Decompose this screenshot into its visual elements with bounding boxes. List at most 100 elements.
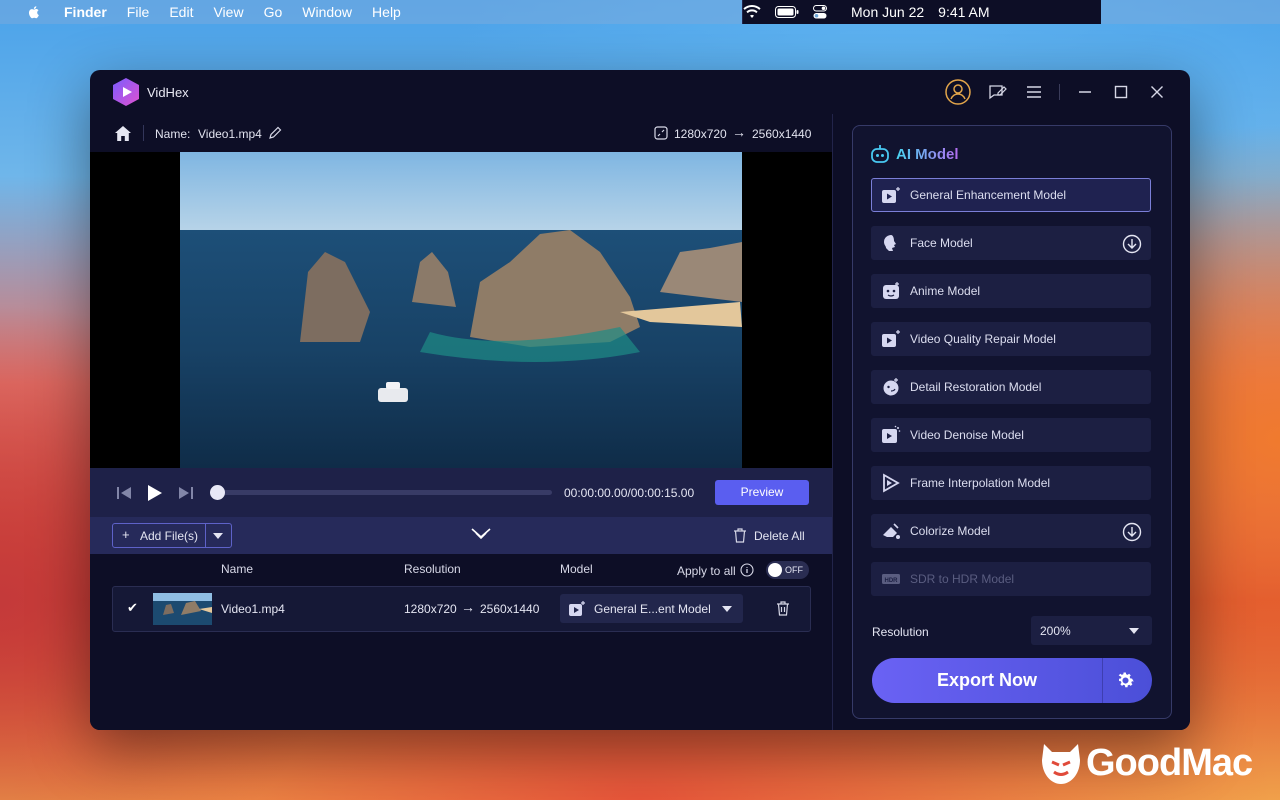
add-files-label: Add File(s) — [140, 529, 199, 543]
download-icon[interactable] — [1122, 234, 1142, 254]
control-center-icon[interactable] — [813, 5, 827, 19]
export-divider — [1102, 658, 1103, 703]
row-res-to: 2560x1440 — [480, 602, 540, 616]
preview-button[interactable]: Preview — [715, 480, 809, 505]
ai-model-sidebar: AI Model General Enhancement Model Face … — [832, 114, 1190, 730]
model-anime[interactable]: Anime Model — [871, 274, 1151, 308]
battery-icon[interactable] — [775, 6, 799, 18]
repair-icon — [880, 328, 902, 350]
skip-back-icon[interactable] — [116, 486, 132, 500]
menu-button[interactable] — [1021, 80, 1047, 104]
progress-handle[interactable] — [210, 485, 225, 500]
skip-forward-icon[interactable] — [178, 486, 194, 500]
account-button[interactable] — [945, 79, 971, 105]
enhance-icon — [569, 601, 585, 616]
enhance-icon — [880, 184, 902, 206]
row-arrow-icon: → — [461, 599, 475, 615]
row-model-select[interactable]: General E...ent Model — [560, 594, 743, 623]
maximize-icon — [1114, 85, 1128, 99]
name-bar: Name: Video1.mp4 1280x720 → 2560x1440 — [90, 114, 832, 152]
model-video-denoise[interactable]: Video Denoise Model — [871, 418, 1151, 452]
menu-edit[interactable]: Edit — [169, 4, 193, 20]
model-frame-interpolation[interactable]: Frame Interpolation Model — [871, 466, 1151, 500]
model-label: Video Denoise Model — [910, 428, 1024, 442]
maximize-button[interactable] — [1108, 80, 1134, 104]
workspace: Name: Video1.mp4 1280x720 → 2560x1440 00… — [90, 114, 832, 730]
model-caret-down-icon — [722, 606, 732, 612]
model-sdr-to-hdr[interactable]: HDR SDR to HDR Model — [871, 562, 1151, 596]
add-files-button[interactable]: + Add File(s) — [112, 523, 232, 548]
table-row[interactable]: ✔ Video1.mp4 1280x720 → 2560x1440 Genera… — [112, 586, 811, 632]
header-res-from: 1280x720 — [674, 127, 727, 141]
title-bar: VidHex — [90, 70, 1190, 114]
model-label: Detail Restoration Model — [910, 380, 1042, 394]
playback-controls: 00:00:00.00/00:00:15.00 Preview — [90, 468, 832, 517]
plus-icon: + — [122, 527, 130, 542]
menu-view[interactable]: View — [213, 4, 243, 20]
menu-window[interactable]: Window — [302, 4, 352, 20]
menu-finder[interactable]: Finder — [64, 4, 107, 20]
model-label: Frame Interpolation Model — [910, 476, 1051, 490]
home-icon[interactable] — [114, 125, 132, 142]
video-frame — [180, 152, 742, 468]
hamburger-icon — [1027, 86, 1041, 98]
info-icon[interactable] — [740, 563, 754, 577]
edit-icon[interactable] — [268, 126, 282, 140]
watermark-text: GoodMac — [1086, 742, 1253, 784]
model-face[interactable]: Face Model — [871, 226, 1151, 260]
trash-icon[interactable] — [733, 528, 747, 543]
face-icon — [880, 232, 902, 254]
user-icon — [945, 79, 971, 105]
name-label: Name: — [155, 127, 191, 141]
caret-down-icon — [1129, 628, 1139, 634]
clock-date[interactable]: Mon Jun 22 — [851, 4, 924, 20]
model-label: General Enhancement Model — [910, 188, 1067, 202]
row-res-from: 1280x720 — [404, 602, 457, 616]
model-detail-restoration[interactable]: Detail Restoration Model — [871, 370, 1151, 404]
arrow-right-icon: → — [732, 124, 746, 140]
caret-down-icon[interactable] — [213, 533, 223, 539]
resolution-label: Resolution — [872, 625, 929, 639]
watermark: GoodMac — [1040, 742, 1270, 788]
app-title: VidHex — [147, 85, 189, 100]
col-header-resolution: Resolution — [404, 562, 461, 576]
menu-file[interactable]: File — [127, 4, 150, 20]
apply-all-toggle[interactable]: OFF — [766, 561, 809, 579]
file-name: Video1.mp4 — [198, 127, 262, 141]
resolution-value: 200% — [1040, 624, 1071, 638]
ai-model-panel: AI Model General Enhancement Model Face … — [852, 125, 1172, 719]
export-now-button[interactable]: Export Now — [872, 658, 1102, 703]
toggle-state-label: OFF — [785, 565, 803, 575]
vidhex-logo-icon — [113, 78, 139, 106]
download-icon[interactable] — [1122, 522, 1142, 542]
minimize-button[interactable] — [1072, 80, 1098, 104]
video-preview[interactable] — [90, 152, 832, 468]
export-button-group: Export Now — [872, 658, 1152, 703]
close-button[interactable] — [1144, 80, 1170, 104]
row-check-icon[interactable]: ✔ — [127, 600, 138, 616]
model-label: Anime Model — [910, 284, 981, 298]
close-icon — [1151, 86, 1163, 98]
feedback-button[interactable] — [985, 80, 1011, 104]
play-icon[interactable] — [147, 484, 163, 502]
model-colorize[interactable]: Colorize Model — [871, 514, 1151, 548]
row-delete-icon[interactable] — [776, 601, 790, 616]
clock-time[interactable]: 9:41 AM — [938, 4, 989, 20]
time-readout: 00:00:00.00/00:00:15.00 — [564, 486, 695, 500]
denoise-icon — [880, 424, 902, 446]
toggle-knob — [768, 563, 782, 577]
settings-gear-icon[interactable] — [1115, 670, 1136, 691]
menu-go[interactable]: Go — [264, 4, 283, 20]
model-video-quality-repair[interactable]: Video Quality Repair Model — [871, 322, 1151, 356]
wifi-icon[interactable] — [743, 5, 761, 19]
model-label: SDR to HDR Model — [910, 572, 1015, 586]
delete-all-button[interactable]: Delete All — [754, 529, 805, 543]
apple-menu-icon[interactable] — [26, 4, 42, 20]
menu-help[interactable]: Help — [372, 4, 401, 20]
progress-track[interactable] — [210, 485, 552, 500]
collapse-icon[interactable] — [471, 528, 491, 542]
add-files-dropdown-divider — [205, 524, 206, 547]
model-general-enhancement[interactable]: General Enhancement Model — [871, 178, 1151, 212]
panel-title: AI Model — [896, 146, 959, 163]
resolution-select[interactable]: 200% — [1031, 616, 1152, 645]
